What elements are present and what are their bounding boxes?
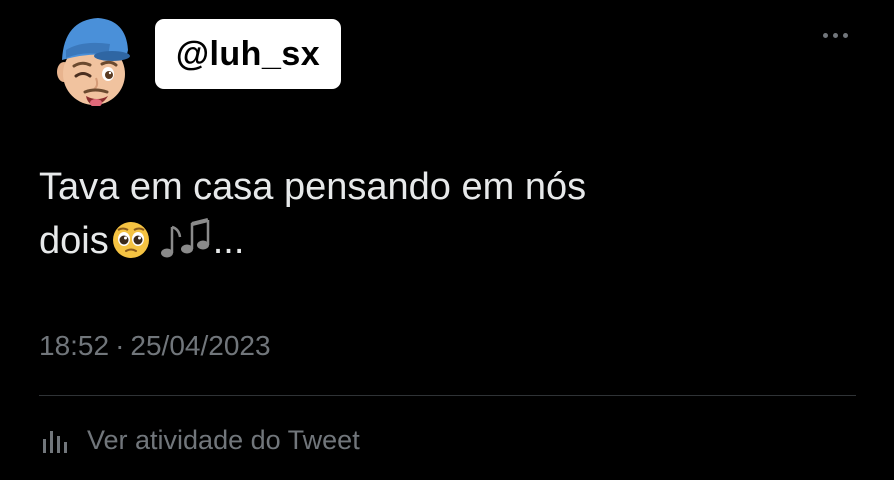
tweet-text-word: dois (39, 220, 109, 262)
username-handle[interactable]: @luh_sx (155, 19, 341, 89)
activity-label: Ver atividade do Tweet (87, 424, 360, 455)
handle-text: @luh_sx (175, 34, 321, 73)
more-options-button[interactable] (812, 22, 858, 48)
more-dot (832, 32, 838, 38)
timestamp-separator: · (115, 330, 125, 361)
bar-chart-icon (43, 431, 67, 453)
more-dots-icon (822, 32, 828, 38)
tweet-date: 25/04/2023 (130, 330, 271, 361)
tweet-text-line-2: dois ... (39, 214, 819, 268)
tweet-text-ellipsis: ... (212, 220, 245, 262)
memoji-avatar-icon (57, 18, 130, 107)
tweet-timestamp[interactable]: 18:52 · 25/04/2023 (39, 330, 271, 362)
tweet-activity-button[interactable]: Ver atividade do Tweet (39, 420, 360, 460)
tweet: @luh_sx Tava em casa pensando em nós doi… (0, 0, 894, 480)
avatar[interactable] (52, 10, 134, 107)
tweet-text-line-1: Tava em casa pensando em nós (39, 166, 587, 208)
tweet-time: 18:52 (39, 330, 110, 361)
more-dot (842, 32, 848, 38)
tweet-text: Tava em casa pensando em nós dois ... (39, 160, 819, 268)
divider (39, 395, 856, 396)
pleading-face-emoji-icon (112, 222, 149, 258)
musical-notes-emoji-icon (160, 218, 209, 258)
